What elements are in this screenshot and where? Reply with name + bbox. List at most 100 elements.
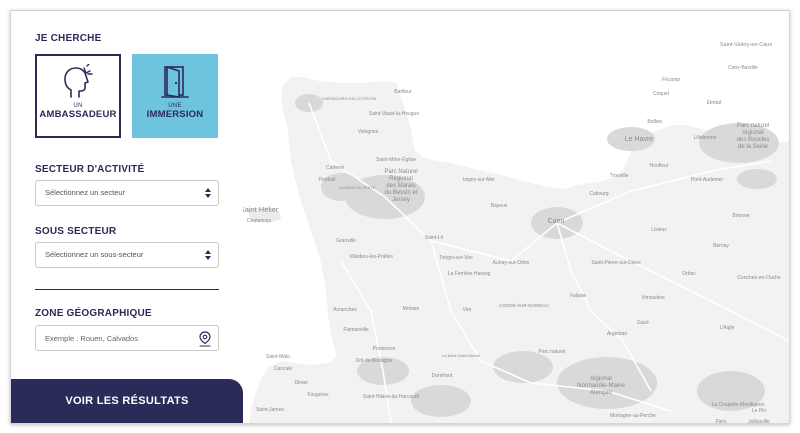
- map-label: La Ferrière-Harang: [448, 271, 491, 277]
- map-label: Flamanville: [343, 327, 369, 333]
- map-label: Granville: [336, 238, 356, 244]
- map-label: Coutances: [247, 218, 271, 224]
- map-label: Étretat: [707, 99, 722, 106]
- map-label: Parc Naturel: [384, 169, 417, 175]
- select-arrows-icon: [205, 188, 211, 199]
- map-label: Bernay: [713, 243, 729, 249]
- map-label: Torigni-sur-Vire: [439, 255, 473, 261]
- urban-pontaudemer: [737, 169, 777, 189]
- map-label: Jersey: [392, 197, 410, 203]
- map-label: Domfront: [432, 373, 453, 379]
- map-label: Villedieu-les-Poêles: [349, 254, 393, 260]
- zone-field[interactable]: [35, 325, 219, 351]
- ambassador-card[interactable]: UN AMBASSADEUR: [35, 54, 121, 138]
- map-label: Lillebonne: [694, 135, 717, 141]
- map-label: régional: [590, 376, 611, 382]
- map-label: Carteret: [326, 165, 345, 171]
- map-label: Saint-Valery-en-Caux: [720, 42, 772, 48]
- subsector-select[interactable]: Sélectionnez un sous-secteur: [35, 242, 219, 268]
- map-label: de la Seine: [738, 144, 769, 150]
- map-label: Vire: [463, 307, 472, 313]
- map-label: Dinan: [294, 380, 307, 386]
- map-label: Trouville: [610, 173, 629, 179]
- map-label: Saint Helier: [240, 205, 279, 214]
- map-label: Mortain: [403, 306, 420, 312]
- map-label: Honfleur: [650, 163, 669, 169]
- urban-mortain: [493, 351, 553, 383]
- location-pin-icon[interactable]: [198, 331, 212, 347]
- map-label: Portbail: [319, 177, 336, 183]
- subsector-heading: SOUS SECTEUR: [35, 226, 117, 237]
- speaking-head-icon: [64, 64, 93, 98]
- map-label: Gacé: [637, 320, 649, 326]
- map-label: Lisieux: [651, 227, 667, 233]
- search-panel: JE CHERCHE UN AMBASSADEUR UNE IMMERSION …: [11, 11, 243, 423]
- sector-select-value: Sélectionnez un secteur: [45, 188, 126, 197]
- map-label: Isigny-sur-Mer: [463, 177, 495, 183]
- map-label: Cany-Barville: [728, 65, 758, 71]
- map-label: CONDÉ-SUR-NOIREAU: [499, 302, 548, 308]
- map-label: Saint-Hilaire-du-Harcouët: [363, 394, 420, 400]
- map-label: Saint-James: [256, 407, 284, 413]
- map-label: Alençon: [590, 390, 612, 396]
- map-label: Jullouville: [748, 419, 770, 423]
- map-label: Falaise: [570, 293, 586, 299]
- subsector-select-value: Sélectionnez un sous-secteur: [45, 250, 144, 259]
- sector-heading: SECTEUR D'ACTIVITÉ: [35, 164, 145, 175]
- map-label: Flers: [715, 419, 727, 423]
- zone-input[interactable]: [36, 326, 195, 350]
- urban-fougeres: [411, 385, 471, 417]
- map-label: Parc naturel: [737, 123, 769, 129]
- zone-heading: ZONE GÉOGRAPHIQUE: [35, 308, 152, 319]
- immersion-card-label: IMMERSION: [146, 109, 204, 120]
- map-label: Mortagne-au-Perche: [610, 413, 656, 419]
- urban-seine: [699, 123, 779, 163]
- panel-divider: [35, 289, 219, 290]
- view-results-button[interactable]: VOIR LES RÉSULTATS: [11, 379, 243, 423]
- sector-select[interactable]: Sélectionnez un secteur: [35, 180, 219, 206]
- map-label: Saint-Malo: [266, 354, 290, 360]
- map-label: Argentan: [607, 331, 628, 337]
- map-label: Conches-en-Ouche: [737, 275, 781, 281]
- map-label: Parc naturel: [539, 349, 566, 355]
- map-label: des Marais: [386, 183, 415, 189]
- search-heading: JE CHERCHE: [35, 33, 102, 44]
- map-label: Avranches: [333, 307, 357, 313]
- map-label: Valognes: [358, 129, 379, 135]
- ambassador-card-label: AMBASSADEUR: [39, 109, 117, 120]
- map-label: Vimoutiers: [641, 295, 665, 301]
- open-door-icon: [161, 66, 189, 98]
- map-label: Le Pin: [752, 408, 766, 414]
- map-label: Pont-Audemer: [691, 177, 724, 183]
- map-label: Brionne: [732, 213, 749, 219]
- map-label: Le Havre: [625, 136, 654, 143]
- map-label: Fécamp: [662, 77, 680, 83]
- map-label: Aunay-sur-Odon: [493, 260, 530, 266]
- map-label: Fougères: [307, 392, 329, 398]
- map-label: Régional: [389, 176, 413, 182]
- map-label: CHERBOURG-EN-COTENTIN: [322, 96, 377, 101]
- app-frame: Saint-Valery-en-Caux Cany-Barville Fécamp C…: [10, 10, 790, 424]
- map-label: Le Mont-Saint-Michel: [442, 353, 480, 358]
- map-label: Orbec: [682, 271, 696, 277]
- map-label: Dol-de-Bretagne: [356, 358, 393, 364]
- map-label: Saint-Pierre-sur-Dives: [591, 260, 641, 266]
- map-label: Bolbec: [647, 119, 663, 125]
- map-label: Caen: [548, 218, 565, 225]
- map-label: Bayeux: [491, 203, 508, 209]
- map-label: Normandie-Maine: [577, 383, 625, 389]
- map-label: Pontorson: [373, 346, 396, 352]
- map-label: régional: [742, 130, 763, 136]
- immersion-card[interactable]: UNE IMMERSION: [132, 54, 218, 138]
- map-label: L'Aigle: [720, 325, 735, 331]
- map-label: des Boucles: [737, 137, 770, 143]
- map-label: Saint-Lô: [425, 235, 444, 241]
- map-label: Saint-Mère-Église: [376, 156, 416, 163]
- select-arrows-icon: [205, 250, 211, 261]
- map-label: Cancale: [274, 366, 293, 372]
- map-label: du Bessin et: [384, 190, 417, 196]
- map-label: LA HAYE-DU-PUITS: [339, 185, 376, 190]
- map-label: Saint-Vaast-la-Hougue: [369, 111, 419, 117]
- map-label: Criquet: [653, 91, 670, 97]
- map-label: Cabourg: [589, 191, 608, 197]
